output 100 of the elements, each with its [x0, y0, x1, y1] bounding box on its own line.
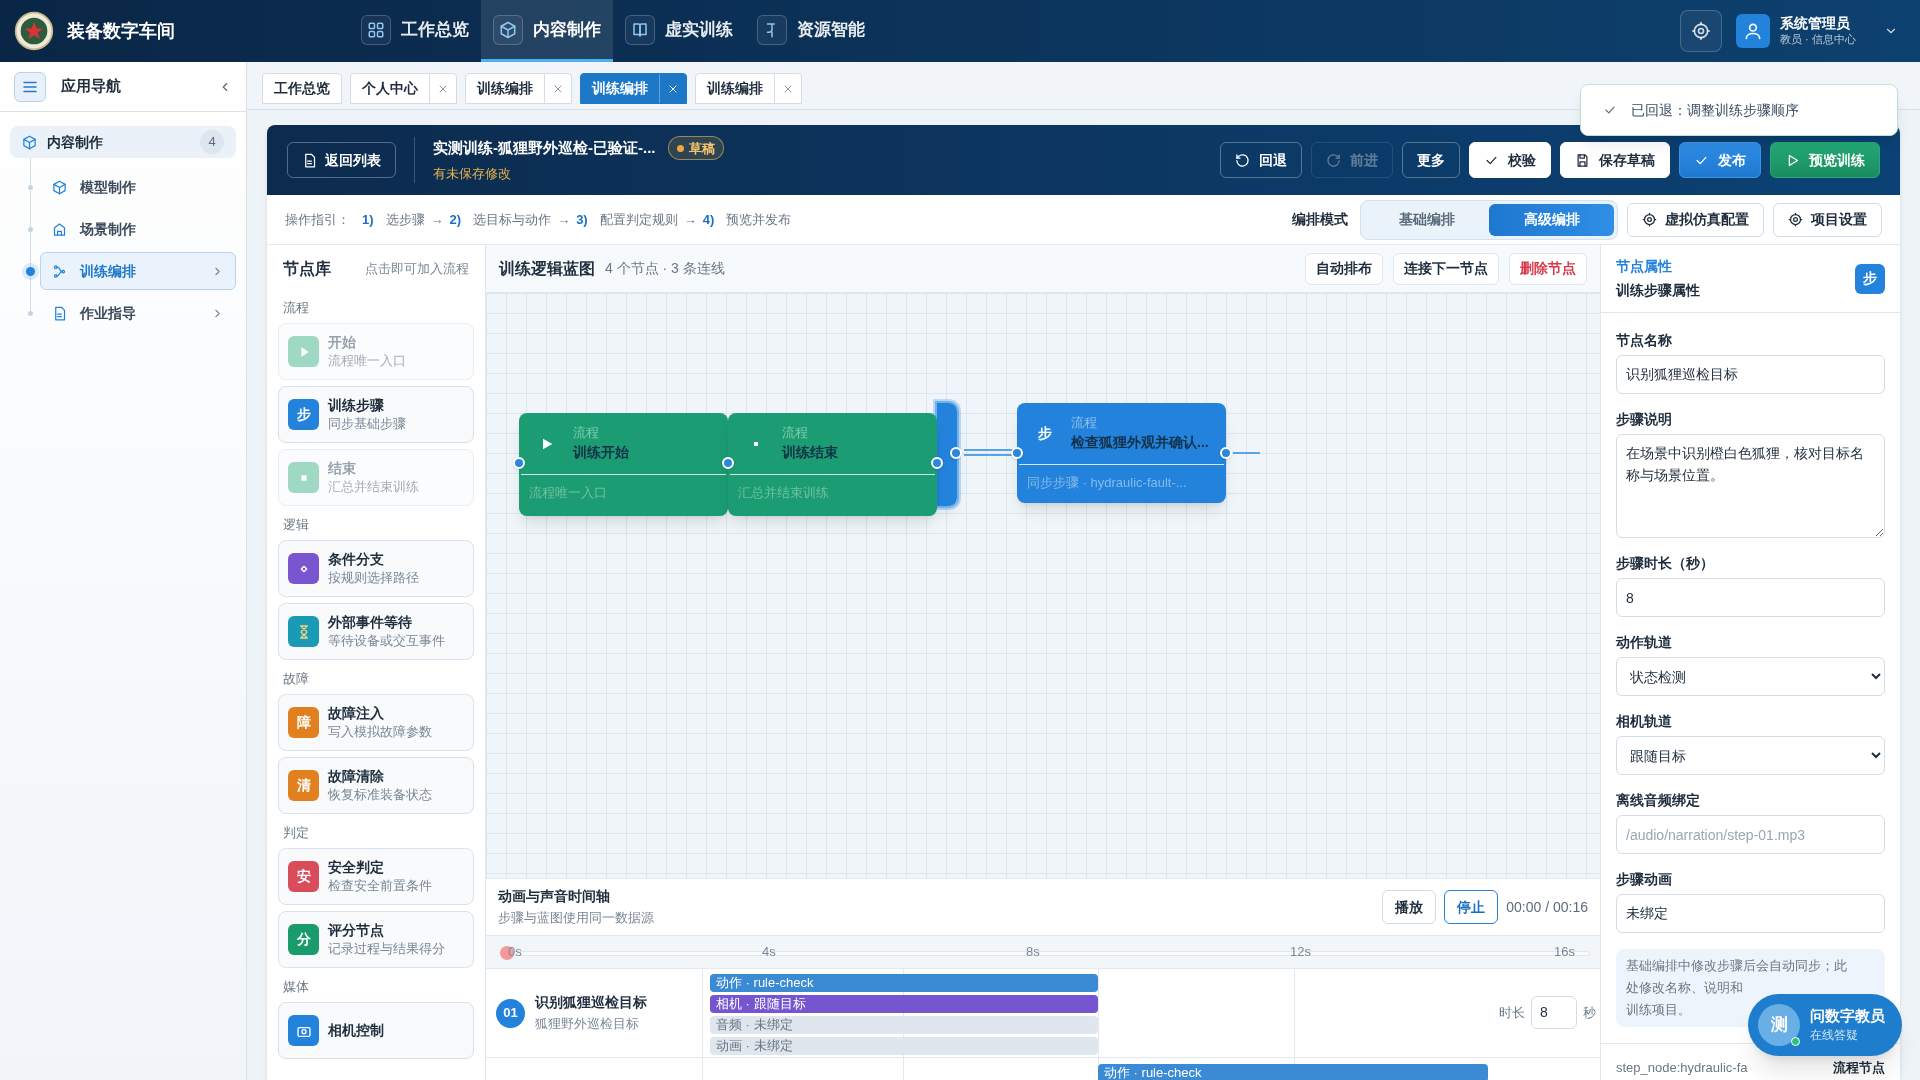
- step-subtitle: 狐狸野外巡检目标: [535, 1015, 640, 1032]
- node-description: 等待设备或交互事件: [328, 633, 445, 650]
- toolbar-button[interactable]: 更多: [1402, 142, 1460, 178]
- toolbar-button[interactable]: 预览训练: [1770, 142, 1880, 178]
- unsaved-note: 有未保存修改: [433, 165, 512, 184]
- node-glyph: 清: [288, 770, 319, 801]
- node-library-item[interactable]: 障 故障注入 写入模拟故障参数: [278, 694, 474, 751]
- node-glyph: 步: [1855, 263, 1885, 294]
- node-description: 记录过程与结果得分: [328, 941, 445, 958]
- toolbar-button[interactable]: 校验: [1469, 142, 1551, 178]
- node-name: 故障清除: [328, 767, 385, 786]
- sidebar-item[interactable]: 场景制作: [40, 210, 236, 248]
- connector-port[interactable]: [513, 457, 525, 469]
- track-clip[interactable]: 相机 · 跟随目标: [710, 995, 1098, 1013]
- sidebar-item[interactable]: 内容制作 4: [10, 126, 236, 158]
- node-library-item[interactable]: 步 训练步骤 同步基础步骤: [278, 386, 474, 443]
- tab[interactable]: 训练编排: [695, 73, 802, 104]
- settings-button[interactable]: 项目设置: [1773, 202, 1882, 237]
- flow-node[interactable]: 流程 训练结束 汇总并结束训练: [728, 413, 937, 516]
- guide-step: 选目标与动作: [473, 209, 552, 230]
- flow-node[interactable]: [937, 403, 957, 506]
- node-name: 故障注入: [328, 704, 385, 723]
- guide-step: 配置判定规则: [599, 209, 678, 230]
- assistant-subtitle: 在线答疑: [1810, 1028, 1859, 1044]
- nav-tab[interactable]: 虚实训练: [613, 0, 745, 62]
- text-area[interactable]: 在场景中识别橙白色狐狸，核对目标名称与场景位置。: [1616, 434, 1885, 538]
- connector-port[interactable]: [1011, 447, 1023, 459]
- app-title: 装备数字车间: [67, 19, 176, 43]
- document-icon: [302, 152, 317, 168]
- step-title: 识别狐狸巡检目标: [535, 994, 647, 1012]
- nav-tab[interactable]: 工作总览: [349, 0, 481, 62]
- field-label: 步骤动画: [1616, 870, 1673, 888]
- step-number: 4): [702, 210, 715, 229]
- toolbar-button[interactable]: 保存草稿: [1560, 142, 1670, 178]
- canvas-button[interactable]: 自动排布: [1305, 252, 1383, 285]
- settings-button[interactable]: [1680, 10, 1722, 52]
- field-label: 节点名称: [1616, 331, 1673, 349]
- tab[interactable]: 训练编排: [465, 73, 572, 104]
- toolbar-button[interactable]: 回退: [1220, 142, 1302, 178]
- book-icon: [631, 20, 649, 39]
- dropdown[interactable]: 跟随目标: [1616, 736, 1885, 775]
- sidebar-title: 应用导航: [61, 76, 122, 97]
- time-tick: 16s: [1554, 943, 1575, 961]
- back-button[interactable]: 返回列表: [287, 142, 396, 178]
- track-clip[interactable]: 动画 · 未绑定: [710, 1037, 1098, 1055]
- node-name: 开始: [328, 333, 357, 352]
- undo-icon: [1235, 152, 1250, 168]
- tab[interactable]: 训练编排: [580, 73, 687, 104]
- tab[interactable]: 工作总览: [262, 73, 342, 104]
- count-badge: 4: [200, 130, 224, 154]
- toolbar-button[interactable]: 发布: [1679, 142, 1761, 178]
- cube-icon: [499, 20, 517, 39]
- input-field[interactable]: /audio/narration/step-01.mp3: [1616, 815, 1885, 854]
- timeline-button[interactable]: 停止: [1444, 890, 1499, 924]
- save-icon: [1575, 152, 1590, 168]
- input-field[interactable]: 8: [1616, 578, 1885, 617]
- track-clip[interactable]: 动作 · rule-check: [1098, 1064, 1488, 1080]
- node-description: 汇总并结束训练: [328, 479, 419, 496]
- dropdown[interactable]: 状态检测: [1616, 657, 1885, 696]
- sidebar-item[interactable]: 模型制作: [40, 168, 236, 206]
- node-library-item[interactable]: 相机控制: [278, 1002, 474, 1059]
- node-description: 同步基础步骤: [328, 416, 406, 433]
- canvas-button[interactable]: 连接下一节点: [1393, 252, 1499, 285]
- sidebar-item[interactable]: 作业指导: [40, 294, 236, 332]
- canvas-button[interactable]: 删除节点: [1509, 252, 1587, 285]
- track-clip[interactable]: 动作 · rule-check: [710, 974, 1098, 992]
- timeline-button[interactable]: 播放: [1382, 890, 1437, 924]
- node-category: 流程: [573, 425, 600, 442]
- node-library-item[interactable]: 外部事件等待 等待设备或交互事件: [278, 603, 474, 660]
- user-icon: [1743, 21, 1763, 41]
- time-tick: 8s: [1026, 943, 1040, 961]
- node-library-item[interactable]: 分 评分节点 记录过程与结果得分: [278, 911, 474, 968]
- node-library-item[interactable]: 清 故障清除 恢复标准装备状态: [278, 757, 474, 814]
- node-library-item[interactable]: 条件分支 按规则选择路径: [278, 540, 474, 597]
- step-number: 2): [449, 210, 462, 229]
- sidebar-item[interactable]: 训练编排: [40, 252, 236, 290]
- nav-tab[interactable]: 内容制作: [481, 0, 613, 62]
- nav-tab[interactable]: 资源智能: [745, 0, 877, 62]
- flow-icon: [52, 263, 67, 279]
- field-label: 离线音频绑定: [1616, 791, 1701, 809]
- input-field[interactable]: 识别狐狸巡检目标: [1616, 355, 1885, 394]
- node-library-item[interactable]: 安 安全判定 检查安全前置条件: [278, 848, 474, 905]
- group-label: 流程: [282, 299, 310, 318]
- node-description: 检查安全前置条件: [328, 878, 432, 895]
- tab[interactable]: 个人中心: [350, 73, 457, 104]
- menu-button[interactable]: [14, 71, 46, 102]
- duration-field[interactable]: 8: [1531, 996, 1577, 1029]
- settings-button[interactable]: 虚拟仿真配置: [1627, 202, 1764, 237]
- node-glyph: 步: [288, 399, 319, 430]
- building-icon: [52, 221, 67, 237]
- panel-title: 训练步骤属性: [1616, 281, 1701, 299]
- group-label: 故障: [282, 670, 310, 689]
- assistant-button[interactable]: 测 问数字教员 在线答疑: [1748, 994, 1902, 1056]
- flow-node[interactable]: 步 流程 检查狐狸外观并确认... 同步步骤 · hydraulic-fault-...: [1017, 403, 1226, 503]
- input-field[interactable]: 未绑定: [1616, 894, 1885, 933]
- mode-option[interactable]: 高级编排: [1489, 203, 1614, 236]
- node-description: 按规则选择路径: [328, 570, 419, 587]
- track-clip[interactable]: 音频 · 未绑定: [710, 1016, 1098, 1034]
- node-name: 训练步骤: [328, 396, 385, 415]
- mode-option[interactable]: 基础编排: [1364, 203, 1489, 236]
